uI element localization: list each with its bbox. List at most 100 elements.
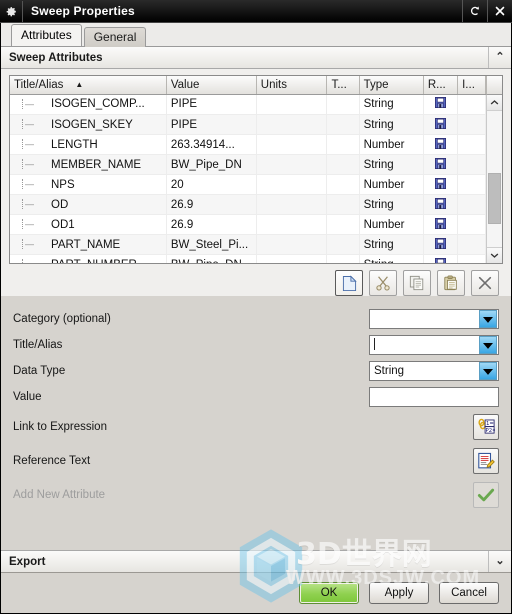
cell-t[interactable]	[326, 154, 360, 175]
chevron-down-icon[interactable]	[479, 362, 497, 380]
cell-title-alias[interactable]: — ISOGEN_SKEY	[10, 114, 167, 135]
table-row[interactable]: — PART_NAME BW_Steel_Pi... String	[10, 234, 486, 255]
col-header-i[interactable]: I...	[457, 76, 486, 95]
save-icon[interactable]	[434, 257, 446, 263]
save-icon[interactable]	[434, 157, 446, 172]
cell-type[interactable]: Number	[359, 214, 424, 235]
cell-value[interactable]: PIPE	[166, 114, 257, 135]
cell-r[interactable]	[423, 174, 459, 195]
category-combobox[interactable]	[369, 309, 499, 329]
cell-type[interactable]: Number	[359, 134, 424, 155]
save-icon[interactable]	[434, 237, 446, 252]
cell-title-alias[interactable]: —PART_NUMBER	[10, 254, 167, 263]
cell-units[interactable]	[256, 194, 328, 215]
chevron-down-icon[interactable]	[479, 336, 497, 354]
table-row[interactable]: — MEMBER_NAME BW_Pipe_DN String	[10, 154, 486, 175]
save-icon[interactable]	[434, 217, 446, 232]
close-button[interactable]	[487, 0, 512, 22]
cell-t[interactable]	[326, 214, 360, 235]
cell-value[interactable]: 263.34914...	[166, 134, 257, 155]
table-vertical-scrollbar[interactable]	[486, 94, 502, 263]
col-header-t[interactable]: T...	[326, 76, 360, 95]
cut-button[interactable]	[369, 270, 397, 296]
cell-title-alias[interactable]: — PART_NAME	[10, 234, 167, 255]
cell-units[interactable]	[256, 134, 328, 155]
apply-button[interactable]: Apply	[369, 582, 429, 604]
cell-title-alias[interactable]: — LENGTH	[10, 134, 167, 155]
cell-i[interactable]	[457, 214, 486, 235]
chevron-down-icon[interactable]: ⌄	[488, 551, 511, 572]
scrollbar-thumb[interactable]	[488, 173, 501, 225]
cell-type[interactable]: String	[359, 154, 424, 175]
chevron-down-icon[interactable]	[479, 310, 497, 328]
cell-t[interactable]	[326, 234, 360, 255]
cell-i[interactable]	[457, 134, 486, 155]
cell-type[interactable]: String	[359, 94, 424, 115]
cell-units[interactable]	[256, 234, 328, 255]
cell-r[interactable]	[423, 134, 459, 155]
cell-r[interactable]	[423, 194, 459, 215]
cell-units[interactable]	[256, 154, 328, 175]
cell-units[interactable]	[256, 254, 328, 263]
cell-title-alias[interactable]: — OD	[10, 194, 167, 215]
paste-button[interactable]	[437, 270, 465, 296]
restore-button[interactable]	[462, 0, 487, 22]
cell-value[interactable]: 26.9	[166, 194, 257, 215]
sweep-attributes-section-header[interactable]: Sweep Attributes ⌃	[1, 47, 511, 69]
cell-r[interactable]	[423, 214, 459, 235]
cell-r[interactable]	[423, 94, 459, 115]
cell-type[interactable]: String	[359, 114, 424, 135]
cell-value[interactable]: 20	[166, 174, 257, 195]
cell-t[interactable]	[326, 94, 360, 115]
cell-i[interactable]	[457, 194, 486, 215]
cell-t[interactable]	[326, 114, 360, 135]
title-alias-combobox[interactable]	[369, 335, 499, 355]
tab-attributes[interactable]: Attributes	[11, 24, 82, 46]
value-input[interactable]	[369, 387, 499, 407]
cell-units[interactable]	[256, 94, 328, 115]
save-icon[interactable]	[434, 177, 446, 192]
tab-general[interactable]: General	[83, 27, 147, 47]
cell-value[interactable]: BW_Pipe_DN	[166, 154, 257, 175]
col-header-value[interactable]: Value	[166, 76, 257, 95]
cell-type[interactable]: String	[359, 194, 424, 215]
cell-i[interactable]	[457, 234, 486, 255]
save-icon[interactable]	[434, 197, 446, 212]
cell-title-alias[interactable]: — MEMBER_NAME	[10, 154, 167, 175]
cell-units[interactable]	[256, 174, 328, 195]
cell-r[interactable]	[423, 254, 459, 263]
cell-r[interactable]	[423, 154, 459, 175]
cell-t[interactable]	[326, 134, 360, 155]
cell-i[interactable]	[457, 94, 486, 115]
cell-i[interactable]	[457, 174, 486, 195]
ok-button[interactable]: OK	[299, 582, 359, 604]
cell-i[interactable]	[457, 254, 486, 263]
new-attribute-button[interactable]	[335, 270, 363, 296]
cell-t[interactable]	[326, 174, 360, 195]
cell-type[interactable]: String	[359, 254, 424, 263]
save-icon[interactable]	[434, 137, 446, 152]
cell-t[interactable]	[326, 194, 360, 215]
col-header-r[interactable]: R...	[423, 76, 459, 95]
table-row[interactable]: — NPS 20 Number	[10, 174, 486, 195]
cell-r[interactable]	[423, 234, 459, 255]
table-row[interactable]: — OD1 26.9 Number	[10, 214, 486, 235]
save-icon[interactable]	[434, 97, 446, 111]
cell-value[interactable]: PIPE	[166, 94, 257, 115]
cell-i[interactable]	[457, 114, 486, 135]
cell-t[interactable]	[326, 254, 360, 263]
scroll-down-button[interactable]	[487, 247, 502, 263]
cell-i[interactable]	[457, 154, 486, 175]
col-header-units[interactable]: Units	[256, 76, 328, 95]
cell-value[interactable]: BW_Steel_Pi...	[166, 234, 257, 255]
cancel-button[interactable]: Cancel	[439, 582, 499, 604]
table-row[interactable]: — ISOGEN_SKEY PIPE String	[10, 114, 486, 135]
col-header-type[interactable]: Type	[359, 76, 424, 95]
chevron-up-icon[interactable]: ⌃	[488, 47, 511, 68]
edit-document-icon[interactable]	[473, 448, 499, 474]
data-type-combobox[interactable]: String	[369, 361, 499, 381]
scroll-up-button[interactable]	[487, 94, 502, 111]
cell-r[interactable]	[423, 114, 459, 135]
table-row[interactable]: — ISOGEN_COMP... PIPE String	[10, 94, 486, 115]
table-row[interactable]: —PART_NUMBERBW_Pipe_DNString	[10, 254, 486, 263]
